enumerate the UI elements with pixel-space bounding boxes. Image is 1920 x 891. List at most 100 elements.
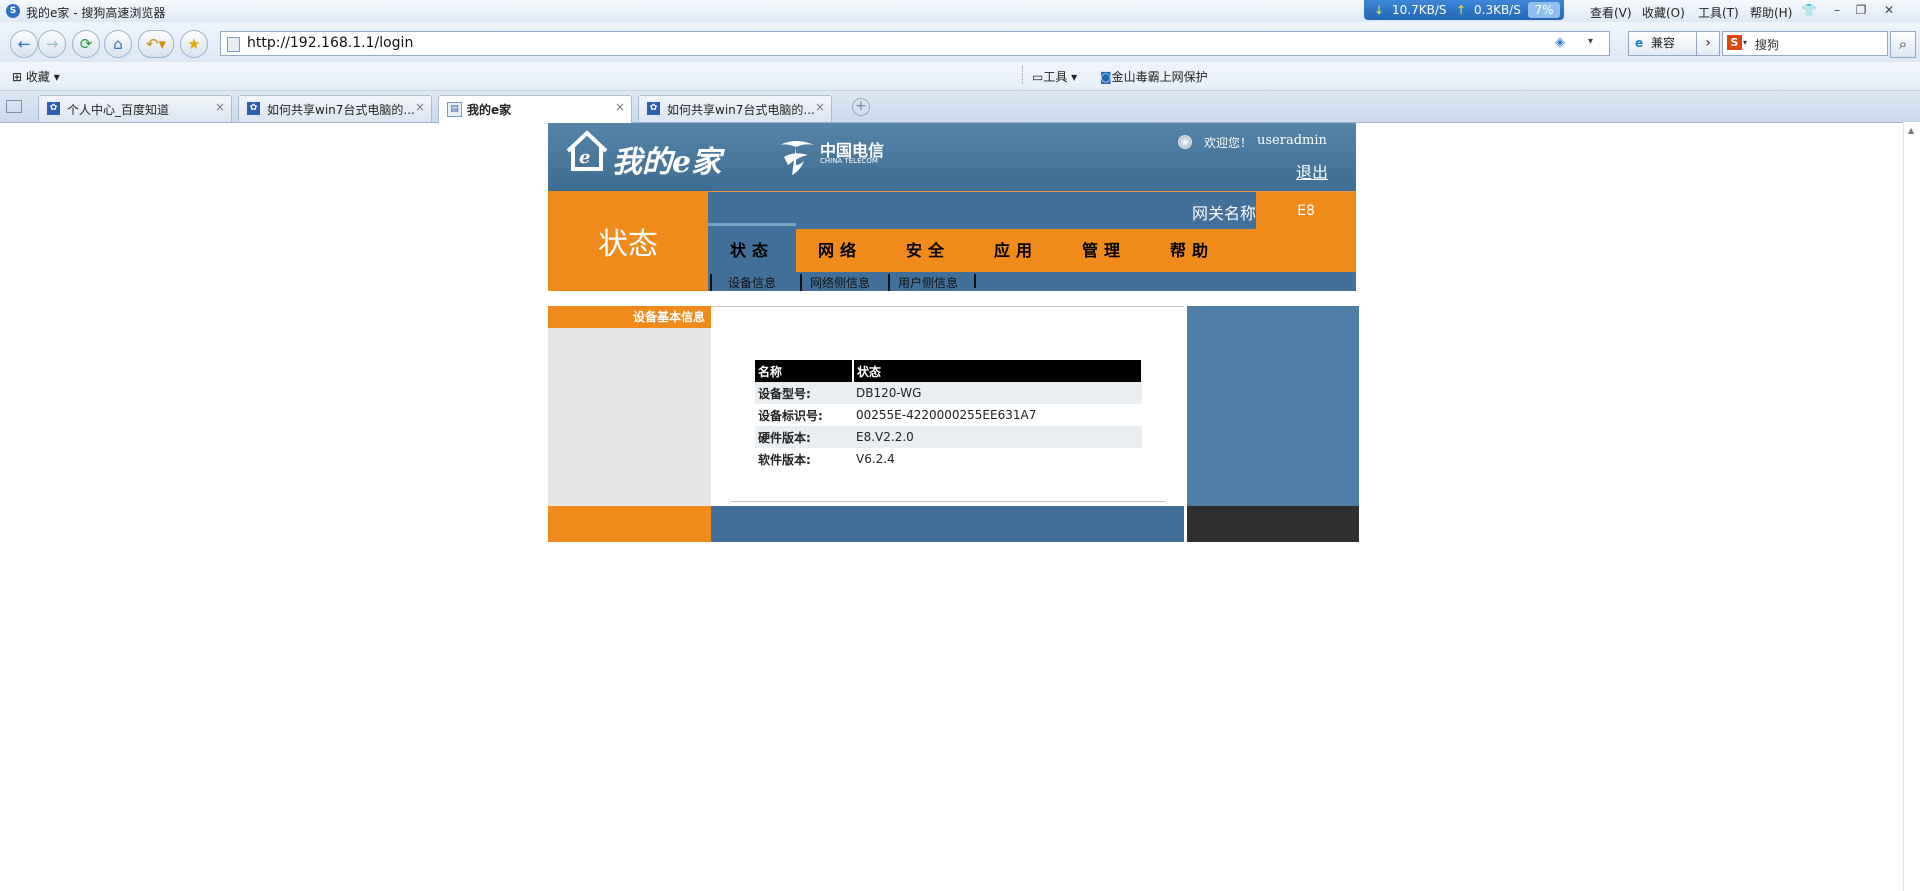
tab-label: 如何共享win7台式电脑的...	[267, 103, 415, 117]
brand-title: 我的e家	[612, 145, 722, 180]
net-speed-widget[interactable]: ↓ 10.7KB/S ↑ 0.3KB/S 7%	[1364, 0, 1564, 20]
footer-middle	[711, 506, 1184, 542]
tools-menu[interactable]: ▭工具 ▾	[1032, 68, 1077, 85]
baidu-paw-icon: ✿	[647, 102, 660, 115]
device-info-table: 名称 状态 设备型号: DB120-WG 设备标识号: 00255E-42200…	[755, 360, 1143, 470]
home-button[interactable]: ⌂	[104, 30, 132, 58]
tab-security[interactable]: 安全	[884, 229, 972, 272]
left-sidebar: 设备基本信息	[548, 306, 711, 506]
column-header-name: 名称	[755, 360, 854, 382]
baidu-paw-icon: ✿	[47, 102, 60, 115]
baidu-paw-icon: ✿	[247, 102, 260, 115]
cpu-percent: 7%	[1528, 2, 1560, 18]
table-row: 硬件版本: E8.V2.2.0	[755, 426, 1142, 448]
address-bar[interactable]: http://192.168.1.1/login ◈ ▾	[220, 31, 1610, 56]
kingsoft-protect-link[interactable]: ◙金山毒霸上网保护	[1100, 68, 1208, 85]
restore-button[interactable]: ❐	[1852, 2, 1870, 18]
close-tab-icon[interactable]: ×	[415, 100, 425, 114]
section-title: 状态	[598, 227, 658, 262]
submenu-user-side-info[interactable]: 用户侧信息	[888, 274, 958, 291]
footer-right	[1184, 506, 1359, 542]
vertical-scrollbar[interactable]: ▲	[1903, 122, 1920, 891]
welcome-text: 欢迎您！	[1204, 136, 1253, 150]
divider	[731, 501, 1165, 502]
search-input[interactable]: 搜狗	[1755, 36, 1779, 53]
tab-status[interactable]: 状态	[708, 223, 796, 275]
row-key: 设备标识号:	[758, 408, 823, 423]
row-value: DB120-WG	[853, 382, 1142, 404]
minimize-button[interactable]: –	[1828, 2, 1846, 18]
tab-help[interactable]: 帮助	[1148, 229, 1236, 272]
menu-favorites[interactable]: 收藏(O)	[1642, 4, 1685, 21]
divider	[1022, 66, 1023, 84]
close-tab-icon[interactable]: ×	[815, 100, 825, 114]
tab-share-win7-2[interactable]: ✿ 如何共享win7台式电脑的... ×	[638, 95, 832, 122]
close-window-button[interactable]: ✕	[1880, 2, 1898, 18]
router-banner: e 我的e家 中国电信 CHINA TELECOM 欢迎您！ useradmin…	[548, 123, 1356, 191]
menu-tools[interactable]: 工具(T)	[1698, 4, 1739, 21]
search-button[interactable]: ⌕	[1890, 31, 1916, 58]
window-title: 我的e家 - 搜狗高速浏览器	[26, 6, 166, 20]
table-row: 设备型号: DB120-WG	[755, 382, 1142, 404]
right-panel	[1184, 306, 1359, 506]
tab-application[interactable]: 应用	[972, 229, 1060, 272]
tab-network[interactable]: 网络	[796, 229, 884, 272]
search-engine-dropdown-icon[interactable]: ▾	[1743, 38, 1747, 47]
sogou-logo-icon: S	[6, 4, 20, 18]
column-header-status: 状态	[853, 360, 1143, 382]
skin-icon[interactable]: 👕	[1800, 2, 1818, 18]
page-icon: ▤	[447, 102, 462, 117]
next-button[interactable]: ›	[1696, 31, 1720, 56]
back-button[interactable]: ←	[10, 30, 38, 58]
gateway-label: 网关名称	[1192, 204, 1257, 223]
main-content: 名称 状态 设备型号: DB120-WG 设备标识号: 00255E-42200…	[711, 306, 1184, 507]
address-dropdown-icon[interactable]: ▾	[1588, 36, 1593, 47]
forward-button[interactable]: →	[38, 30, 66, 58]
address-input[interactable]: http://192.168.1.1/login	[247, 35, 413, 51]
user-bullet-icon	[1178, 135, 1192, 149]
security-shield-icon[interactable]: ◈	[1555, 35, 1569, 51]
tools-label: 工具	[1043, 70, 1068, 84]
kingsoft-label: 金山毒霸上网保护	[1111, 70, 1208, 84]
submenu-network-side-info[interactable]: 网络侧信息	[800, 274, 870, 291]
menu-help[interactable]: 帮助(H)	[1750, 4, 1792, 21]
section-header: 状态	[548, 191, 708, 291]
sidebar-item-device-basic-info[interactable]: 设备基本信息	[548, 306, 711, 328]
house-logo-icon: e	[566, 130, 608, 171]
sub-menu: 设备信息 网络侧信息 用户侧信息	[708, 272, 1356, 291]
kingsoft-shield-icon: ◙	[1100, 70, 1112, 84]
close-tab-icon[interactable]: ×	[215, 100, 225, 114]
navigation-bar: ← → ⟳ ⌂ ↶▾ ★ http://192.168.1.1/login ◈ …	[0, 22, 1920, 62]
row-value: V6.2.4	[856, 452, 895, 466]
row-value: E8.V2.2.0	[853, 426, 1142, 448]
undo-close-button[interactable]: ↶▾	[138, 30, 174, 58]
scroll-up-icon[interactable]: ▲	[1908, 126, 1914, 135]
table-row: 软件版本: V6.2.4	[755, 448, 1142, 470]
row-key: 硬件版本:	[755, 426, 853, 448]
tab-label: 如何共享win7台式电脑的...	[667, 103, 815, 117]
logout-link[interactable]: 退出	[1296, 159, 1328, 183]
close-tab-icon[interactable]: ×	[615, 100, 625, 114]
favorites-label: 收藏	[25, 70, 50, 84]
table-row: 设备标识号: 00255E-4220000255EE631A7	[755, 404, 1142, 426]
tab-my-ehome[interactable]: ▤ 我的e家 ×	[438, 95, 632, 123]
refresh-button[interactable]: ⟳	[72, 30, 100, 58]
telecom-english: CHINA TELECOM	[820, 157, 878, 165]
table-header-row: 名称 状态	[755, 360, 1143, 382]
upload-speed: 0.3KB/S	[1474, 3, 1521, 17]
compat-label: 兼容	[1651, 36, 1676, 50]
menu-view[interactable]: 查看(V)	[1590, 4, 1632, 21]
favorites-menu[interactable]: ⊞ 收藏 ▾	[12, 68, 60, 85]
new-tab-button[interactable]: +	[852, 98, 870, 116]
download-speed: 10.7KB/S	[1392, 3, 1447, 17]
search-box[interactable]: S ▾ 搜狗	[1722, 31, 1888, 56]
username: useradmin	[1257, 133, 1327, 148]
browser-title-bar: S 我的e家 - 搜狗高速浏览器 ↓ 10.7KB/S ↑ 0.3KB/S 7%…	[0, 0, 1920, 22]
submenu-device-info[interactable]: 设备信息	[710, 274, 776, 291]
sidebar-toggle-icon[interactable]	[6, 100, 22, 113]
tab-share-win7-1[interactable]: ✿ 如何共享win7台式电脑的... ×	[238, 95, 432, 122]
spacer	[548, 291, 1356, 303]
favorite-star-button[interactable]: ★	[180, 30, 208, 58]
tab-baidu-personal[interactable]: ✿ 个人中心_百度知道 ×	[38, 95, 232, 122]
tab-management[interactable]: 管理	[1060, 229, 1148, 272]
